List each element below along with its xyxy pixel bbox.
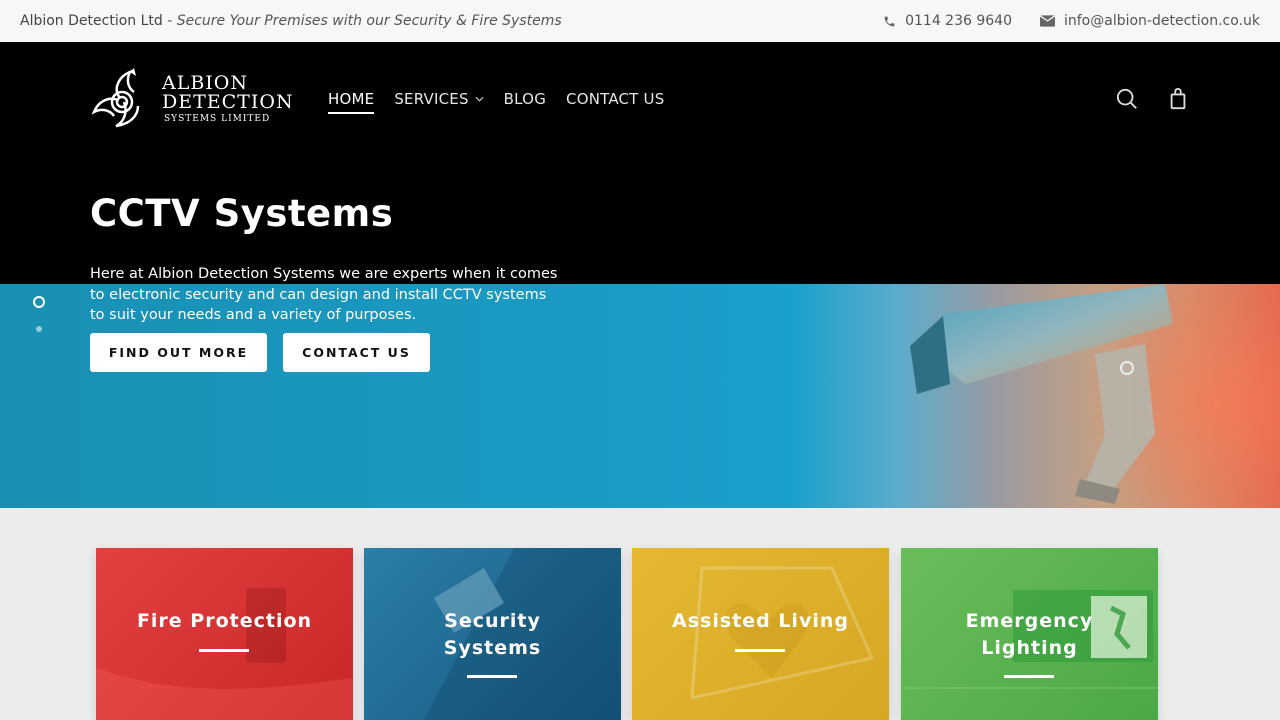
site-header: ALBION DETECTION SYSTEMS LIMITED HOME SE… xyxy=(0,42,1280,284)
top-bar: Albion Detection Ltd - Secure Your Premi… xyxy=(0,0,1280,42)
card-underline xyxy=(467,675,517,678)
email-address: info@albion-detection.co.uk xyxy=(1063,13,1260,29)
header-icons xyxy=(1116,88,1188,110)
phone-number: 0114 236 9640 xyxy=(905,13,1012,29)
logo-text: ALBION DETECTION SYSTEMS LIMITED xyxy=(162,74,294,124)
top-bar-contact: 0114 236 9640 info@albion-detection.co.u… xyxy=(883,13,1260,29)
top-bar-left: Albion Detection Ltd - Secure Your Premi… xyxy=(20,13,562,29)
nav-services-label: SERVICES xyxy=(394,90,469,108)
chevron-down-icon xyxy=(475,96,484,102)
envelope-icon xyxy=(1039,15,1055,27)
logo-line-2: DETECTION xyxy=(162,91,294,113)
contact-us-button[interactable]: CONTACT US xyxy=(283,333,430,372)
card-underline xyxy=(199,649,249,652)
card-underline xyxy=(735,649,785,652)
nav-services[interactable]: SERVICES xyxy=(394,90,484,108)
tagline: Secure Your Premises with our Security &… xyxy=(176,13,562,29)
nav-blog-label: BLOG xyxy=(503,90,547,108)
site-logo[interactable]: ALBION DETECTION SYSTEMS LIMITED xyxy=(90,68,294,130)
nav-home-label: HOME xyxy=(328,90,375,108)
email-link[interactable]: info@albion-detection.co.uk xyxy=(1039,13,1260,29)
service-card-assisted-living[interactable]: Assisted Living xyxy=(632,548,889,720)
service-card-fire-protection[interactable]: Fire Protection xyxy=(96,548,353,720)
service-card-emergency-lighting[interactable]: Emergency Lighting xyxy=(901,548,1158,720)
nav-home[interactable]: HOME xyxy=(328,90,375,114)
hero-title: CCTV Systems xyxy=(90,192,394,235)
phone-link[interactable]: 0114 236 9640 xyxy=(883,13,1012,29)
slide-dot-2[interactable] xyxy=(36,326,42,332)
company-name: Albion Detection Ltd xyxy=(20,13,163,29)
logo-line-3: SYSTEMS LIMITED xyxy=(164,114,271,124)
main-nav: HOME SERVICES BLOG CONTACT US xyxy=(328,90,664,114)
find-out-more-button[interactable]: FIND OUT MORE xyxy=(90,333,267,372)
nav-contact-label: CONTACT US xyxy=(566,90,665,108)
card-underline xyxy=(1004,675,1054,678)
nav-blog[interactable]: BLOG xyxy=(504,90,546,108)
logo-swirl-icon xyxy=(91,68,140,128)
nav-contact[interactable]: CONTACT US xyxy=(566,90,664,108)
card-title: Security Systems xyxy=(443,610,542,659)
service-card-security-systems[interactable]: Security Systems xyxy=(364,548,621,720)
shopping-bag-icon[interactable] xyxy=(1168,88,1188,110)
slider-pagination xyxy=(33,296,45,332)
search-icon[interactable] xyxy=(1116,88,1138,110)
card-title: Fire Protection xyxy=(136,610,313,632)
slide-dot-1[interactable] xyxy=(33,296,45,308)
card-title: Emergency Lighting xyxy=(965,610,1094,659)
hero-description: Here at Albion Detection Systems we are … xyxy=(90,266,558,323)
card-title: Assisted Living xyxy=(672,610,849,632)
separator: - xyxy=(162,13,177,29)
phone-icon xyxy=(884,16,895,26)
